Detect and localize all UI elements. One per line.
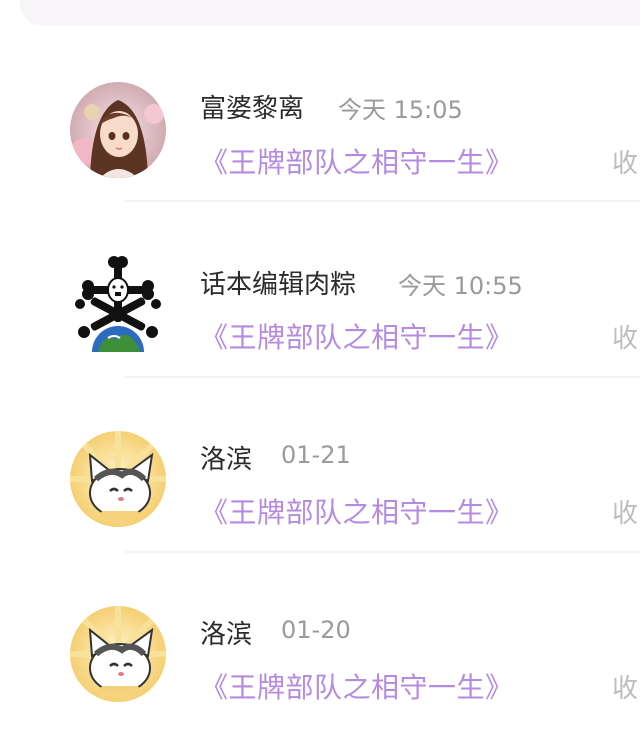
sender-name: 洛滨 xyxy=(200,620,253,650)
message-time: 今天 15:05 xyxy=(338,96,463,124)
avatar[interactable] xyxy=(70,606,166,702)
list-item[interactable]: 洛滨 01-21 《王牌部队之相守一生》 收 xyxy=(0,391,640,567)
bones-globe-avatar-icon xyxy=(75,256,161,352)
divider xyxy=(125,200,640,202)
avatar[interactable] xyxy=(70,256,166,352)
list-item[interactable]: 话本编辑肉粽 今天 10:55 《王牌部队之相守一生》 收 xyxy=(0,216,640,392)
message-time: 01-21 xyxy=(281,441,351,469)
cartoon-cat-avatar-icon xyxy=(70,606,166,702)
anime-girl-avatar-icon xyxy=(70,82,166,178)
work-title-link[interactable]: 《王牌部队之相守一生》 xyxy=(200,666,514,706)
action-label[interactable]: 收 xyxy=(612,318,638,355)
action-label[interactable]: 收 xyxy=(612,668,638,705)
sender-name: 富婆黎离 xyxy=(200,94,305,124)
top-bar xyxy=(0,0,640,26)
work-title-link[interactable]: 《王牌部队之相守一生》 xyxy=(200,491,514,531)
avatar[interactable] xyxy=(70,82,166,178)
search-bar[interactable] xyxy=(20,0,640,24)
sender-name: 洛滨 xyxy=(200,445,253,475)
sender-name: 话本编辑肉粽 xyxy=(200,270,357,300)
divider xyxy=(125,376,640,378)
list-item[interactable]: 富婆黎离 今天 15:05 《王牌部队之相守一生》 收 xyxy=(0,40,640,216)
message-time: 今天 10:55 xyxy=(398,272,523,300)
action-label[interactable]: 收 xyxy=(612,493,638,530)
cartoon-cat-avatar-icon xyxy=(70,431,166,527)
action-label[interactable]: 收 xyxy=(612,143,638,180)
work-title-link[interactable]: 《王牌部队之相守一生》 xyxy=(200,316,514,356)
avatar[interactable] xyxy=(70,431,166,527)
work-title-link[interactable]: 《王牌部队之相守一生》 xyxy=(200,141,514,181)
divider xyxy=(125,551,640,553)
message-time: 01-20 xyxy=(281,616,351,644)
